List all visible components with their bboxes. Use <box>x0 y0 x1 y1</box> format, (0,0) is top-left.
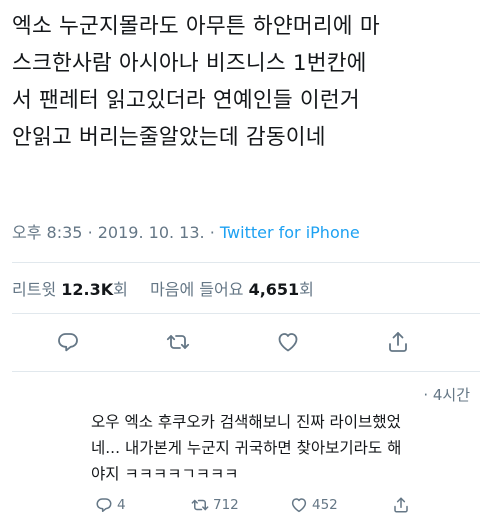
share-icon <box>394 497 408 513</box>
meta-separator: · <box>87 223 93 242</box>
reply-text: 오우 엑소 후쿠오카 검색해보니 진짜 라이브했었 네... 내가본게 누군지 … <box>91 409 476 487</box>
retweet-count[interactable]: 12.3K <box>61 280 113 299</box>
reply-icon <box>96 498 112 513</box>
reply-retweet-count: 712 <box>213 497 239 513</box>
reply-reply-count: 4 <box>117 497 126 513</box>
divider <box>12 313 480 314</box>
tweet-time[interactable]: 오후 8:35 <box>12 223 82 242</box>
heart-icon <box>291 498 307 513</box>
tweet-meta: 오후 8:35 · 2019. 10. 13. · Twitter for iP… <box>12 219 360 243</box>
like-suffix: 회 <box>299 280 314 299</box>
tweet-actions <box>0 327 480 361</box>
tweet-line: 서 팬레터 읽고있더라 연예인들 이런거 <box>12 88 360 113</box>
retweet-label: 리트윗 <box>12 280 57 299</box>
reply-share-button[interactable] <box>392 496 414 514</box>
reply-retweet-button[interactable]: 712 <box>191 496 239 514</box>
tweet-line: 스크한사람 아시아나 비즈니스 1번칸에 <box>12 51 367 76</box>
reply-like-button[interactable]: 452 <box>290 496 338 514</box>
retweet-icon <box>166 335 190 349</box>
like-button[interactable] <box>273 327 303 357</box>
reply-icon <box>58 333 78 352</box>
tweet-text: 엑소 누군지몰라도 아무튼 하얀머리에 마 스크한사람 아시아나 비즈니스 1번… <box>12 8 474 156</box>
reply-like-count: 452 <box>312 497 338 513</box>
like-count[interactable]: 4,651 <box>249 280 300 299</box>
retweet-icon <box>191 499 209 511</box>
retweet-button[interactable] <box>163 327 193 357</box>
reply-line: 오우 엑소 후쿠오카 검색해보니 진짜 라이브했었 <box>91 413 401 431</box>
tweet-stats: 리트윗 12.3K회 마음에 들어요 4,651회 <box>12 276 314 300</box>
reply-line: 네... 내가본게 누군지 귀국하면 찾아보기라도 해 <box>91 439 402 457</box>
tweet-line: 안읽고 버리는줄알았는데 감동이네 <box>12 125 326 150</box>
reply-time[interactable]: · 4시간 <box>423 384 470 405</box>
tweet-date[interactable]: 2019. 10. 13. <box>98 223 205 242</box>
like-label: 마음에 들어요 <box>150 280 244 299</box>
reply-line: 야지 ㅋㅋㅋㅋㄱㅋㅋㅋ <box>91 465 239 483</box>
reply-reply-button[interactable]: 4 <box>95 496 126 514</box>
tweet-line: 엑소 누군지몰라도 아무튼 하얀머리에 마 <box>12 14 380 39</box>
divider <box>12 371 480 372</box>
retweet-suffix: 회 <box>113 280 128 299</box>
heart-icon <box>278 333 298 352</box>
tweet-source-link[interactable]: Twitter for iPhone <box>220 223 360 242</box>
meta-separator: · <box>209 223 215 242</box>
reply-button[interactable] <box>53 327 83 357</box>
share-icon <box>389 332 407 352</box>
share-button[interactable] <box>383 327 413 357</box>
divider <box>12 262 480 263</box>
